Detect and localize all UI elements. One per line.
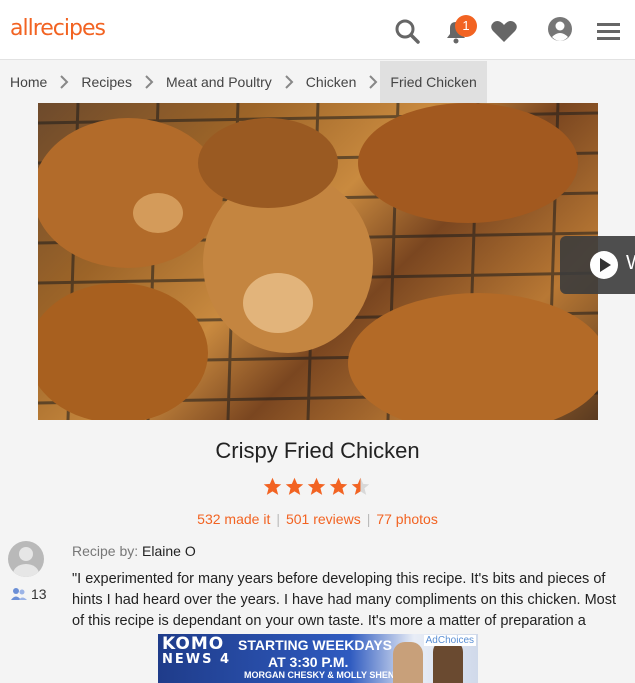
breadcrumb-home[interactable]: Home xyxy=(0,61,57,103)
breadcrumb-meat-poultry[interactable]: Meat and Poultry xyxy=(156,61,282,103)
rating-stars[interactable] xyxy=(262,476,371,497)
recipe-description: "I experimented for many years before de… xyxy=(72,571,617,629)
chevron-right-icon xyxy=(57,61,71,103)
banner-ad[interactable]: KOMO NEWS 4 STARTING WEEKDAYS AT 3:30 P.… xyxy=(158,634,478,683)
star-icon xyxy=(285,477,304,495)
reviews-link[interactable]: 501 reviews xyxy=(286,511,361,527)
ad-anchors: MORGAN CHESKY & MOLLY SHEN xyxy=(244,670,395,680)
made-it-link[interactable]: 532 made it xyxy=(197,511,270,527)
top-header: allrecipes 1 xyxy=(0,0,635,60)
play-icon xyxy=(590,251,618,279)
divider: | xyxy=(366,511,371,527)
breadcrumb-fried-chicken[interactable]: Fried Chicken xyxy=(380,61,487,103)
divider: | xyxy=(276,511,280,527)
half-star-icon xyxy=(351,477,370,495)
video-label: W xyxy=(626,252,635,275)
ad-headline: STARTING WEEKDAYS xyxy=(238,637,393,653)
notification-badge: 1 xyxy=(455,15,477,37)
ad-person-photo xyxy=(393,642,423,683)
followers-value: 13 xyxy=(31,586,47,602)
recipe-photo[interactable] xyxy=(38,103,598,420)
search-icon[interactable] xyxy=(392,16,422,46)
author-avatar[interactable] xyxy=(8,541,44,577)
ad-brand: KOMO NEWS 4 xyxy=(162,634,232,668)
photos-link[interactable]: 77 photos xyxy=(376,511,438,527)
allrecipes-logo[interactable]: allrecipes xyxy=(10,16,106,41)
menu-icon[interactable] xyxy=(594,16,624,46)
ad-brand-top: KOMO xyxy=(162,634,225,654)
ad-brand-bottom: NEWS 4 xyxy=(162,652,232,667)
profile-icon[interactable] xyxy=(545,16,575,46)
watch-video-button[interactable]: W xyxy=(560,236,635,294)
adchoices-link[interactable]: AdChoices xyxy=(423,635,476,646)
recipe-title: Crispy Fried Chicken xyxy=(215,438,420,463)
breadcrumb-chicken[interactable]: Chicken xyxy=(296,61,367,103)
followers-count[interactable]: 13 xyxy=(11,586,47,602)
ad-person-photo xyxy=(433,640,463,683)
chevron-right-icon xyxy=(142,61,156,103)
author-name[interactable]: Elaine O xyxy=(142,543,196,559)
recipe-byline: Recipe by: Elaine O xyxy=(72,543,196,559)
ad-time: AT 3:30 P.M. xyxy=(268,654,349,670)
chevron-right-icon xyxy=(366,61,380,103)
recipe-stats: 532 made it | 501 reviews | 77 photos xyxy=(0,511,635,527)
star-icon xyxy=(329,477,348,495)
breadcrumb: Home Recipes Meat and Poultry Chicken Fr… xyxy=(0,61,635,103)
chevron-right-icon xyxy=(282,61,296,103)
star-icon xyxy=(307,477,326,495)
breadcrumb-recipes[interactable]: Recipes xyxy=(71,61,142,103)
heart-icon[interactable] xyxy=(489,16,519,46)
followers-icon xyxy=(11,588,27,600)
star-icon xyxy=(263,477,282,495)
byline-label: Recipe by: xyxy=(72,543,139,559)
